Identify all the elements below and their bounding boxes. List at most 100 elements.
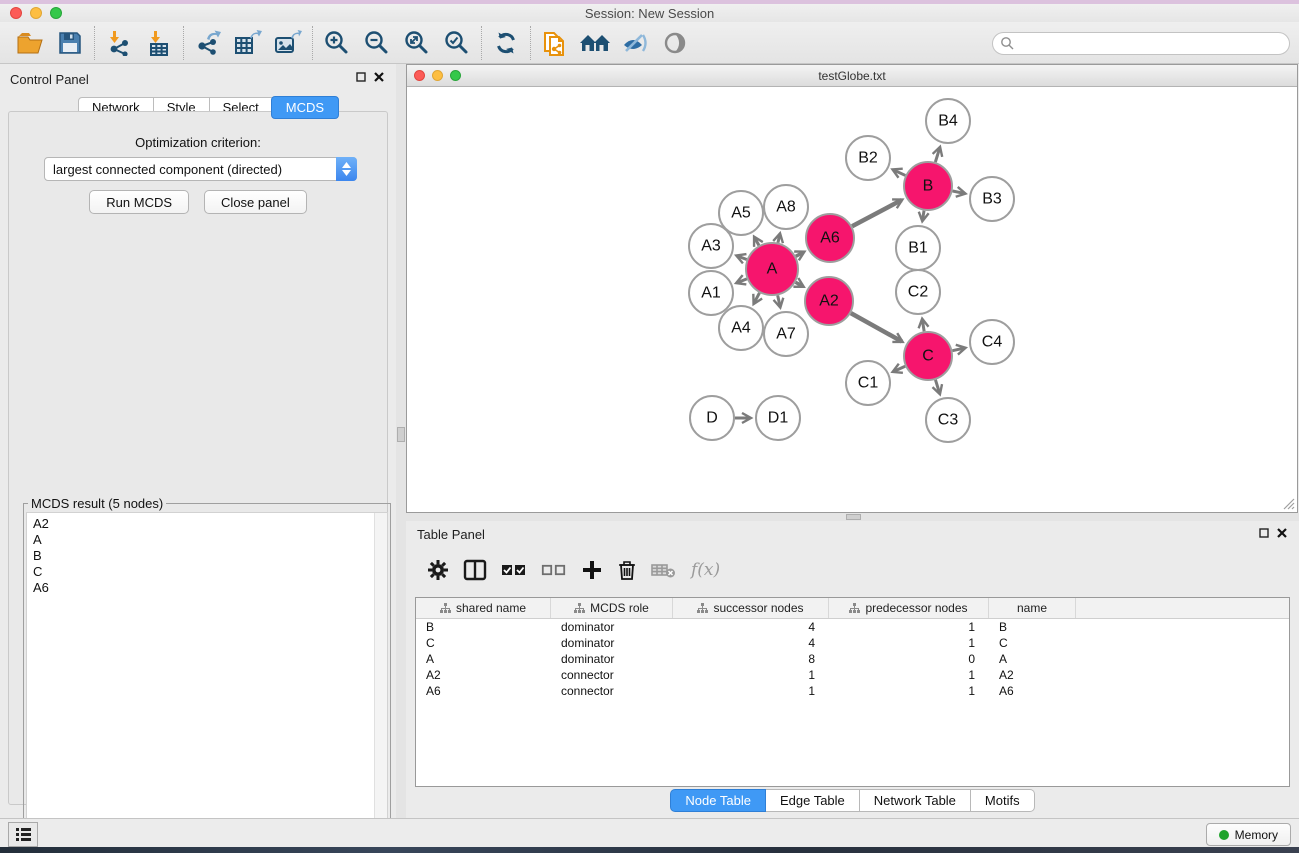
tab-motifs[interactable]: Motifs [971, 789, 1035, 812]
divider-grip[interactable] [397, 427, 405, 442]
cell-name[interactable]: A [989, 652, 1076, 666]
graphics-details-button[interactable] [615, 25, 655, 61]
cell-shared-name[interactable]: C [416, 636, 551, 650]
cell-MCDS-role[interactable]: dominator [551, 620, 673, 634]
session-network-button[interactable] [535, 25, 575, 61]
close-panel-icon[interactable] [1277, 528, 1287, 538]
cell-predecessor-nodes[interactable]: 1 [829, 668, 989, 682]
result-scrollbar[interactable] [374, 513, 387, 844]
edge-B-B3[interactable] [952, 191, 964, 193]
close-panel-icon[interactable] [374, 72, 384, 82]
edge-C-C4[interactable] [952, 348, 964, 351]
cell-successor-nodes[interactable]: 1 [673, 668, 829, 682]
edge-A-A1[interactable] [737, 279, 747, 283]
mcds-result-list[interactable]: A2ABCA6 [26, 512, 388, 845]
close-panel-button[interactable]: Close panel [204, 190, 307, 214]
table-row[interactable]: A2connector11A2 [416, 667, 1289, 683]
table-row[interactable]: A6connector11A6 [416, 683, 1289, 699]
edge-C-C3[interactable] [935, 380, 939, 393]
import-table-button[interactable] [139, 25, 179, 61]
select-all-icon[interactable] [501, 559, 527, 581]
edge-A-A6[interactable] [796, 252, 804, 256]
edge-B-B1[interactable] [922, 211, 924, 221]
cell-successor-nodes[interactable]: 4 [673, 636, 829, 650]
zoom-selected-button[interactable] [437, 25, 477, 61]
column-header-MCDS-role[interactable]: MCDS role [551, 598, 673, 618]
vertical-split-divider[interactable] [396, 64, 406, 818]
cell-name[interactable]: C [989, 636, 1076, 650]
edge-A-A3[interactable] [737, 256, 747, 260]
cell-successor-nodes[interactable]: 8 [673, 652, 829, 666]
edge-A-A7[interactable] [778, 295, 780, 306]
deselect-all-icon[interactable] [541, 559, 567, 581]
show-panels-button[interactable] [8, 822, 38, 847]
cell-MCDS-role[interactable]: dominator [551, 652, 673, 666]
export-image-button[interactable] [268, 25, 308, 61]
save-session-button[interactable] [50, 25, 90, 61]
edge-A-A8[interactable] [778, 234, 780, 242]
cell-MCDS-role[interactable]: connector [551, 684, 673, 698]
float-panel-icon[interactable] [356, 72, 366, 82]
export-table-button[interactable] [228, 25, 268, 61]
tab-mcds[interactable]: MCDS [271, 96, 339, 119]
refresh-button[interactable] [486, 25, 526, 61]
cell-predecessor-nodes[interactable]: 0 [829, 652, 989, 666]
column-header-name[interactable]: name [989, 598, 1076, 618]
open-session-button[interactable] [10, 25, 50, 61]
export-network-button[interactable] [188, 25, 228, 61]
edge-B-B2[interactable] [893, 170, 905, 176]
column-header-predecessor-nodes[interactable]: predecessor nodes [829, 598, 989, 618]
cell-predecessor-nodes[interactable]: 1 [829, 684, 989, 698]
zoom-out-button[interactable] [357, 25, 397, 61]
criterion-dropdown[interactable]: largest connected component (directed) [44, 157, 357, 181]
cell-name[interactable]: A6 [989, 684, 1076, 698]
tab-node-table[interactable]: Node Table [670, 789, 766, 812]
cell-predecessor-nodes[interactable]: 1 [829, 636, 989, 650]
result-item[interactable]: A6 [33, 580, 49, 596]
memory-button[interactable]: Memory [1206, 823, 1291, 846]
cell-predecessor-nodes[interactable]: 1 [829, 620, 989, 634]
network-canvas[interactable]: AA6A2BCA5A8A3A1A4A7B2B4B3B1C2C4C1C3DD1 [407, 88, 1297, 513]
delete-icon[interactable] [617, 559, 637, 581]
edge-A-A2[interactable] [796, 282, 803, 286]
cell-shared-name[interactable]: A2 [416, 668, 551, 682]
float-panel-icon[interactable] [1259, 528, 1269, 538]
network-window-titlebar[interactable]: testGlobe.txt [407, 65, 1297, 87]
divider-grip[interactable] [846, 514, 861, 520]
edge-C-C1[interactable] [894, 366, 906, 371]
result-item[interactable]: A2 [33, 516, 49, 532]
column-header-shared-name[interactable]: shared name [416, 598, 551, 618]
zoom-in-button[interactable] [317, 25, 357, 61]
horizontal-split-divider[interactable] [406, 513, 1299, 521]
cell-shared-name[interactable]: A [416, 652, 551, 666]
search-field[interactable] [992, 32, 1290, 55]
gear-icon[interactable] [427, 559, 449, 581]
table-row[interactable]: Adominator80A [416, 651, 1289, 667]
edge-A-A5[interactable] [755, 237, 759, 245]
cell-shared-name[interactable]: A6 [416, 684, 551, 698]
function-icon[interactable]: f(x) [691, 560, 720, 580]
tab-edge-table[interactable]: Edge Table [766, 789, 860, 812]
eye-button[interactable] [655, 25, 695, 61]
add-icon[interactable] [581, 559, 603, 581]
cell-shared-name[interactable]: B [416, 620, 551, 634]
result-item[interactable]: C [33, 564, 49, 580]
tab-network-table[interactable]: Network Table [860, 789, 971, 812]
edge-A6-B[interactable] [852, 200, 901, 226]
edge-C-C2[interactable] [922, 320, 924, 332]
columns-icon[interactable] [463, 559, 487, 581]
cell-MCDS-role[interactable]: dominator [551, 636, 673, 650]
result-item[interactable]: B [33, 548, 49, 564]
window-resize-handle[interactable] [1282, 497, 1295, 510]
home-button[interactable] [575, 25, 615, 61]
edge-B-B4[interactable] [935, 148, 939, 162]
import-network-button[interactable] [99, 25, 139, 61]
edge-A-A4[interactable] [754, 293, 759, 303]
table-row[interactable]: Bdominator41B [416, 619, 1289, 635]
run-mcds-button[interactable]: Run MCDS [89, 190, 189, 214]
search-input[interactable] [992, 32, 1290, 55]
cell-successor-nodes[interactable]: 1 [673, 684, 829, 698]
table-row[interactable]: Cdominator41C [416, 635, 1289, 651]
cell-MCDS-role[interactable]: connector [551, 668, 673, 682]
cell-successor-nodes[interactable]: 4 [673, 620, 829, 634]
